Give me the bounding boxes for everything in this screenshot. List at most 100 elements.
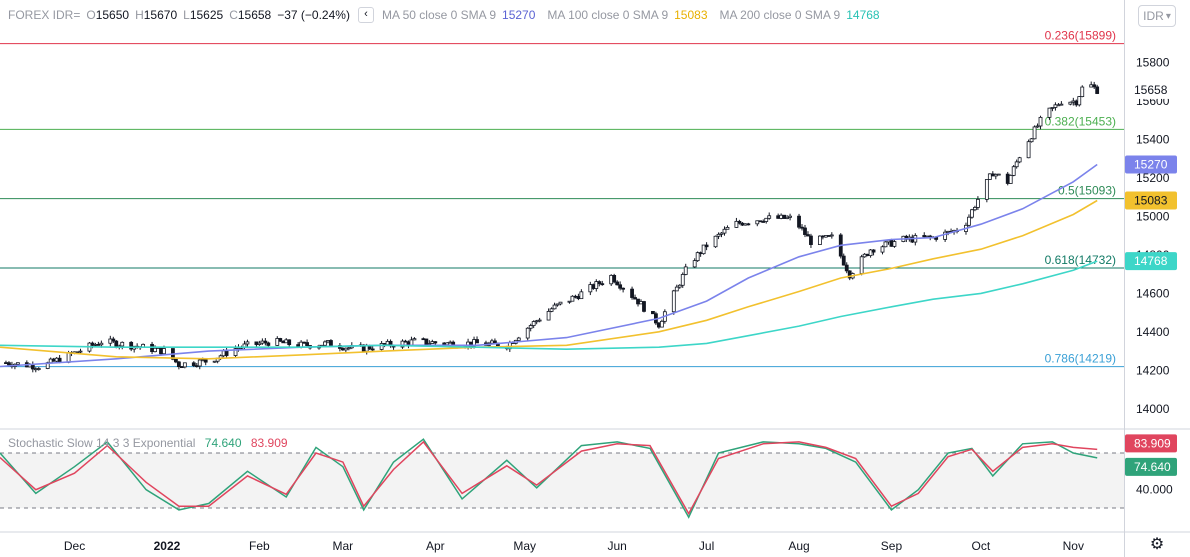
candle-body — [1095, 86, 1100, 94]
candle-body — [671, 290, 676, 313]
settings-gear-icon[interactable]: ⚙ — [1148, 536, 1166, 554]
currency-select-value: IDR — [1143, 9, 1164, 23]
candle-body — [639, 301, 643, 305]
candle-body — [609, 274, 614, 285]
candle-body — [427, 343, 432, 345]
low-label: L — [183, 8, 190, 22]
candle-body — [946, 230, 950, 233]
candle-body — [75, 351, 80, 354]
candle-body — [278, 338, 283, 342]
candle-body — [281, 340, 286, 344]
candle-body — [871, 249, 876, 253]
candle-body — [176, 361, 181, 368]
ma200-title[interactable]: MA 200 close 0 SMA 9 — [720, 8, 841, 22]
candle-body — [36, 368, 41, 370]
y-tick-label: 14000 — [1136, 402, 1170, 416]
candle-body — [776, 215, 781, 219]
x-tick-label: Sep — [881, 539, 903, 553]
candle-body — [412, 338, 417, 341]
candle-body — [93, 344, 98, 346]
candle-body — [200, 359, 205, 362]
candle-body — [424, 338, 429, 345]
open-value: 15650 — [95, 8, 130, 22]
candle-body — [421, 338, 426, 341]
ma-value-badge-text: 15270 — [1134, 158, 1168, 172]
candle-body — [984, 179, 989, 200]
candle-body — [633, 297, 637, 300]
candle-body — [1005, 173, 1010, 184]
candle-body — [889, 239, 894, 247]
candle-body — [567, 300, 572, 303]
candle-body — [194, 365, 199, 368]
fib-level-label: 0.236(15899) — [1045, 29, 1116, 43]
symbol-label[interactable]: FOREX IDR= — [8, 8, 80, 22]
candle-body — [254, 341, 259, 345]
ma100-title[interactable]: MA 100 close 0 SMA 9 — [547, 8, 668, 22]
candle-body — [892, 241, 897, 247]
candle-body — [549, 308, 554, 312]
candle-body — [713, 235, 718, 248]
candle-body — [615, 281, 620, 286]
candle-body — [385, 340, 390, 346]
candle-body — [677, 284, 682, 288]
candle-body — [659, 320, 664, 328]
ma-value-badge: 15083 — [1125, 191, 1177, 210]
candle-body — [809, 235, 813, 245]
candle-body — [546, 311, 551, 321]
candle-body — [862, 253, 867, 258]
candle-body — [803, 227, 807, 235]
candle-body — [162, 348, 166, 355]
candle-body — [993, 173, 998, 177]
candle-body — [99, 342, 104, 346]
candle-body — [600, 283, 605, 286]
candle-body — [1026, 141, 1031, 159]
candle-body — [967, 216, 971, 226]
moving-average-line — [0, 199, 1098, 360]
candle-body — [191, 362, 196, 367]
candle-body — [90, 342, 95, 346]
candle-body — [1047, 107, 1052, 118]
candle-body — [1059, 103, 1064, 106]
candle-body — [329, 340, 333, 346]
candle-body — [865, 253, 870, 257]
close-label: C — [229, 8, 238, 22]
candle-body — [800, 226, 804, 229]
candle-body — [552, 304, 557, 310]
candle-body — [970, 209, 974, 218]
candle-body — [7, 362, 11, 366]
candle-body — [66, 352, 71, 363]
x-tick-label: May — [513, 539, 536, 553]
stochastic-title[interactable]: Stochastic Slow 14 3 3 Exponential — [8, 436, 195, 450]
stochastic-k-value: 74.640 — [204, 436, 242, 450]
candle-body — [340, 348, 345, 351]
candle-body — [722, 228, 727, 234]
candle-body — [448, 341, 453, 344]
candle-body — [120, 341, 125, 347]
stochastic-band — [0, 452, 1124, 509]
candle-body — [883, 241, 888, 248]
ma50-title[interactable]: MA 50 close 0 SMA 9 — [382, 8, 496, 22]
candle-body — [797, 215, 801, 228]
currency-select[interactable]: IDR ▾ — [1138, 5, 1176, 27]
candle-body — [430, 341, 435, 344]
candle-body — [880, 246, 885, 253]
ma-value-badge-text: 15083 — [1134, 194, 1168, 208]
ma-value-badge: 14768 — [1125, 252, 1177, 271]
x-tick-label: 2022 — [154, 539, 181, 553]
candle-body — [823, 235, 828, 238]
candle-body — [287, 339, 292, 346]
candle-body — [573, 295, 578, 298]
candle-body — [558, 301, 563, 305]
stochastic-k-badge-text: 74.640 — [1134, 460, 1171, 474]
candle-body — [284, 339, 289, 344]
chevron-down-icon: ▾ — [1165, 10, 1171, 22]
chart-canvas[interactable]: 1400014200144001460014800150001520015400… — [0, 0, 1190, 557]
candle-body — [973, 207, 977, 211]
y-tick-label: 15400 — [1136, 133, 1170, 147]
candle-body — [129, 341, 134, 350]
x-tick-label: Mar — [333, 539, 354, 553]
stochastic-k-badge: 74.640 — [1125, 457, 1177, 476]
candle-body — [841, 255, 846, 266]
candle-body — [114, 340, 119, 348]
chevron-left-icon[interactable]: ‹ — [357, 7, 374, 23]
